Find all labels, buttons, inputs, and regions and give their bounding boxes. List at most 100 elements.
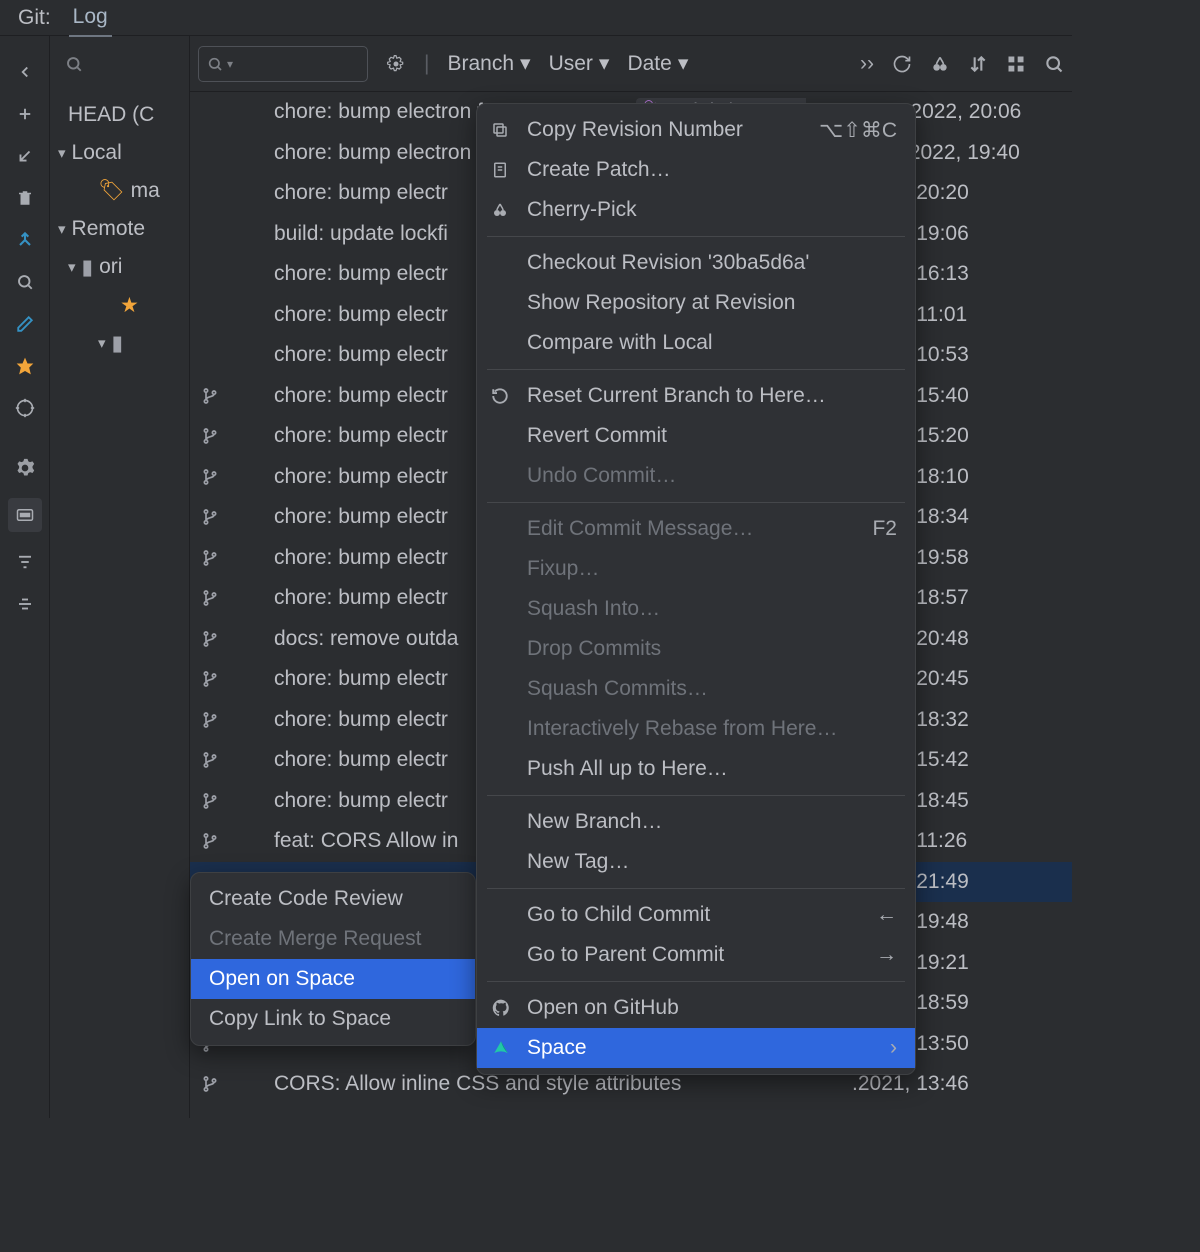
branch-icon [202,589,222,607]
menu-label: Go to Child Commit [527,903,710,927]
menu-label: Squash Into… [527,597,660,621]
menu-label: Go to Parent Commit [527,943,724,967]
menu-label: Create Code Review [209,887,403,911]
grid-icon[interactable] [1006,54,1026,74]
tree-remote[interactable]: ▾ Remote [50,210,189,248]
menu-label: Revert Commit [527,424,667,448]
menu-label: Compare with Local [527,331,713,355]
tree-local[interactable]: ▾ Local [50,134,189,172]
menu-tail: › [890,1036,897,1060]
tree-label: ma [131,179,160,203]
tab-log[interactable]: Log [69,0,112,37]
folder-icon: ▮ [82,255,94,280]
menu-label: Create Patch… [527,158,671,182]
menu-item[interactable]: Open on GitHub [477,988,915,1028]
menu-item[interactable]: New Branch… [477,802,915,842]
pencil-icon[interactable] [13,312,37,336]
details-toggle-icon[interactable] [8,498,42,532]
tree-remote-origin[interactable]: ▾▮ori [50,248,189,286]
menu-item[interactable]: Reset Current Branch to Here… [477,376,915,416]
star-icon: ★ [120,293,139,318]
menu-label: Create Merge Request [209,927,421,951]
menu-item[interactable]: Create Code Review [191,879,475,919]
menu-shortcut: F2 [872,517,897,541]
menu-item[interactable]: Create Patch… [477,150,915,190]
menu-item[interactable]: Space› [477,1028,915,1068]
chevron-down-icon: ▾ [520,51,531,76]
filter-user[interactable]: User▾ [549,51,610,76]
branch-icon [202,468,222,486]
branch-icon [202,1075,222,1093]
tree-star-item[interactable]: ★ [50,286,189,324]
arrow-down-left-icon[interactable] [13,144,37,168]
filter-label: Date [627,52,671,76]
tree-head[interactable]: HEAD (C [50,96,189,134]
filter-branch[interactable]: Branch▾ [447,51,530,76]
menu-item[interactable]: Open on Space [191,959,475,999]
branch-icon [202,792,222,810]
tag-icon: 🏷 [98,179,125,203]
star-icon[interactable] [13,354,37,378]
chevron-down-icon: ▾ [58,220,66,238]
menu-item[interactable]: New Tag… [477,842,915,882]
menu-item: Squash Commits… [477,669,915,709]
search-icon[interactable] [1044,54,1064,74]
menu-item[interactable]: Go to Child Commit ← [477,895,915,935]
undo-icon [491,387,513,405]
left-toolbar [0,36,50,1118]
menu-shortcut: ⌥⇧⌘C [819,118,897,143]
search-icon[interactable] [62,52,86,76]
menu-item: Create Merge Request [191,919,475,959]
gear-icon[interactable] [13,456,37,480]
trash-icon[interactable] [13,186,37,210]
menu-item[interactable]: Copy Link to Space [191,999,475,1039]
gear-icon[interactable] [386,54,406,74]
more-icon[interactable]: ›› [860,52,874,76]
menu-item[interactable]: Revert Commit [477,416,915,456]
merge-icon[interactable] [13,228,37,252]
cherry-pick-icon[interactable] [930,54,950,74]
plus-icon[interactable] [13,102,37,126]
menu-item[interactable]: Copy Revision Number⌥⇧⌘C [477,110,915,150]
menu-item[interactable]: Compare with Local [477,323,915,363]
align-center-icon[interactable] [13,592,37,616]
menu-label: Show Repository at Revision [527,291,795,315]
tree-folder[interactable]: ▾▮ [50,324,189,362]
chevron-down-icon: ▾ [58,144,66,162]
align-top-icon[interactable] [13,550,37,574]
tree-label: Local [72,141,122,165]
menu-item: Squash Into… [477,589,915,629]
tree-branch-master[interactable]: 🏷ma [50,172,189,210]
target-icon[interactable] [13,396,37,420]
menu-item: Undo Commit… [477,456,915,496]
menu-item[interactable]: Cherry-Pick [477,190,915,230]
menu-item[interactable]: Checkout Revision '30ba5d6a' [477,243,915,283]
tree-label: Remote [72,217,146,241]
copy-icon [491,121,513,139]
patch-icon [491,161,513,179]
chevron-down-icon: ▾ [678,51,689,76]
log-search-input[interactable]: ▾ [198,46,368,82]
menu-item: Interactively Rebase from Here… [477,709,915,749]
menu-item[interactable]: Push All up to Here… [477,749,915,789]
branch-icon [202,751,222,769]
refresh-icon[interactable] [892,54,912,74]
menu-tail: ← [876,903,897,927]
menu-label: Reset Current Branch to Here… [527,384,826,408]
back-icon[interactable] [13,60,37,84]
space-icon [491,1038,513,1058]
space-submenu: Create Code Review Create Merge Request Op… [190,872,476,1046]
menu-item[interactable]: Go to Parent Commit→ [477,935,915,975]
filter-label: Branch [447,52,514,76]
menu-label: Copy Link to Space [209,1007,391,1031]
github-icon [491,998,513,1018]
menu-item[interactable]: Show Repository at Revision [477,283,915,323]
filter-date[interactable]: Date ▾ [627,51,688,76]
branch-icon [202,630,222,648]
sort-icon[interactable] [968,54,988,74]
search-icon[interactable] [13,270,37,294]
panel-title: Git: [18,6,51,30]
menu-label: Squash Commits… [527,677,708,701]
folder-icon: ▮ [112,331,124,356]
menu-label: Checkout Revision '30ba5d6a' [527,251,809,275]
